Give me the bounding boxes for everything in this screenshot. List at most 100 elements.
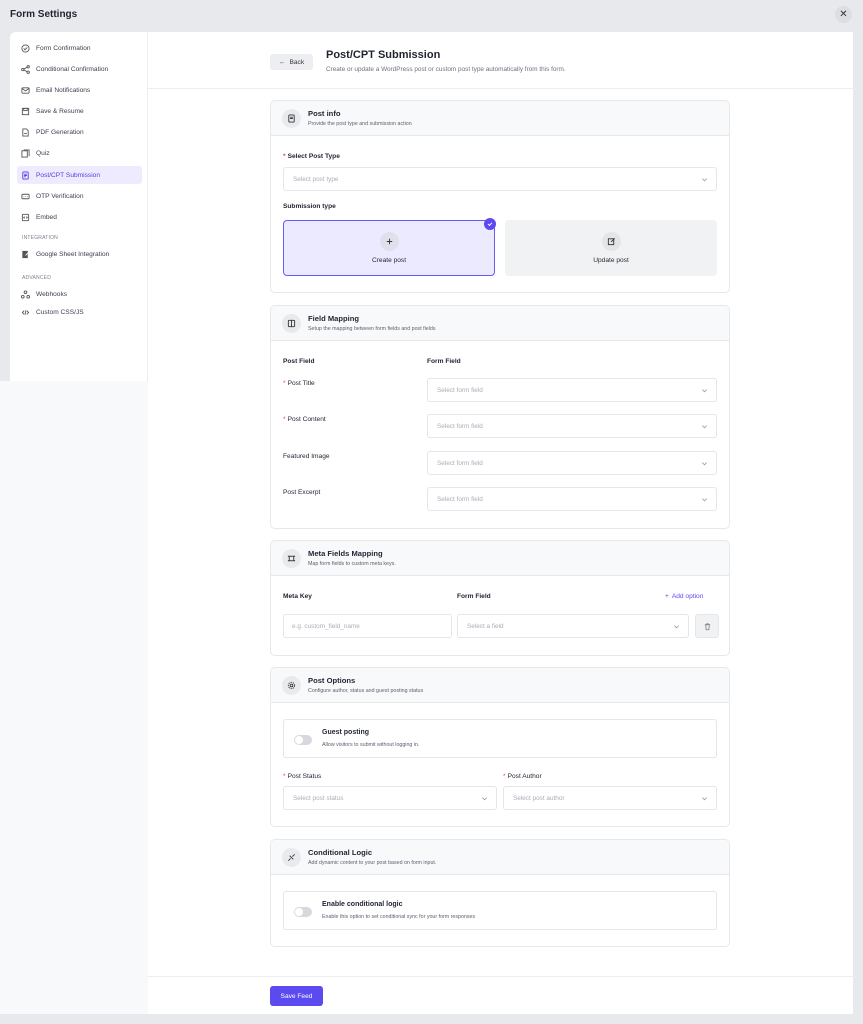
page-title: Post/CPT Submission — [326, 49, 441, 61]
post-content-label: * Post Content — [283, 416, 326, 423]
card-header: Post info Provide the post type and subm… — [271, 101, 729, 136]
sidebar-item-webhooks[interactable]: Webhooks — [17, 285, 142, 303]
check-circle-icon — [21, 43, 30, 53]
post-excerpt-label: Post Excerpt — [283, 489, 321, 496]
col-post-field: Post Field — [283, 358, 315, 365]
meta-key-input[interactable]: e.g. custom_field_name — [283, 614, 452, 638]
sidebar-item-form-confirmation[interactable]: Form Confirmation — [17, 39, 142, 57]
col-form-field: Form Field — [457, 593, 491, 600]
guest-posting-title: Guest posting — [322, 729, 370, 736]
sidebar-item-pdf-generation[interactable]: PDF Generation — [17, 123, 142, 141]
sidebar-item-conditional-confirmation[interactable]: Conditional Confirmation — [17, 60, 142, 78]
add-option-button[interactable]: + Add option — [665, 593, 703, 600]
app-title: Form Settings — [10, 9, 78, 20]
select-placeholder: Select form field — [437, 495, 483, 503]
close-icon[interactable]: ✕ — [839, 9, 847, 20]
top-bar: Form Settings ✕ — [0, 0, 863, 30]
chevron-down-icon — [482, 797, 487, 801]
card-title: Post info — [308, 109, 341, 118]
document-icon — [21, 170, 30, 180]
close-button[interactable]: ✕ — [835, 6, 852, 23]
save-feed-button[interactable]: Save Feed — [270, 986, 323, 1006]
sidebar-item-google-sheet[interactable]: Google Sheet Integration — [17, 245, 142, 263]
select-placeholder: Select post status — [293, 794, 344, 802]
sidebar-item-quiz[interactable]: Quiz — [17, 144, 142, 162]
input-placeholder: e.g. custom_field_name — [292, 622, 360, 630]
post-options-card: Post Options Configure author, status an… — [270, 667, 730, 827]
select-placeholder: Select post author — [513, 794, 565, 802]
header-divider — [148, 88, 853, 89]
post-info-card: Post info Provide the post type and subm… — [270, 100, 730, 293]
back-button[interactable]: ← Back — [270, 54, 313, 70]
guest-posting-subtitle: Allow visitors to submit without logging… — [322, 742, 420, 748]
sidebar-item-label: Conditional Confirmation — [36, 65, 109, 73]
card-title: Field Mapping — [308, 314, 360, 323]
sidebar-item-label: Custom CSS/JS — [36, 308, 84, 316]
sidebar-item-label: Form Confirmation — [36, 44, 91, 52]
post-excerpt-select[interactable]: Select form field — [427, 487, 717, 511]
conditional-logic-toggle[interactable] — [294, 907, 312, 917]
card-subtitle: Setup the mapping between form fields an… — [308, 326, 436, 332]
select-placeholder: Select form field — [437, 386, 483, 394]
card-subtitle: Configure author, status and guest posti… — [308, 688, 424, 694]
sidebar-item-label: Embed — [36, 213, 57, 221]
sidebar: Form Confirmation Conditional Confirmati… — [10, 32, 148, 381]
post-content-select[interactable]: Select form field — [427, 414, 717, 438]
post-title-select[interactable]: Select form field — [427, 378, 717, 402]
post-status-label: * Post Status — [283, 773, 322, 780]
columns-icon — [282, 314, 301, 333]
post-status-select[interactable]: Select post status — [283, 786, 497, 810]
col-form-field: Form Field — [427, 358, 461, 365]
meta-field-select[interactable]: Select a field — [457, 614, 689, 638]
sidebar-item-label: Email Notifications — [36, 86, 91, 94]
sidebar-item-post-cpt-submission[interactable]: Post/CPT Submission — [17, 166, 142, 184]
sidebar-item-custom-css-js[interactable]: Custom CSS/JS — [17, 303, 142, 321]
otp-icon — [21, 192, 30, 201]
chevron-down-icon — [702, 797, 707, 801]
post-title-label: * Post Title — [283, 380, 315, 387]
featured-image-label: Featured Image — [283, 453, 330, 460]
pdf-icon — [21, 127, 30, 137]
card-subtitle: Map form fields to custom meta keys. — [308, 561, 396, 567]
plus-icon: + — [665, 593, 669, 600]
chevron-down-icon — [702, 462, 707, 466]
submission-type-label: Submission type — [283, 203, 336, 210]
edit-icon — [601, 232, 621, 251]
sidebar-item-otp-verification[interactable]: OTP Verification — [17, 187, 142, 205]
quiz-icon — [21, 148, 30, 158]
post-type-select[interactable]: Select post type — [283, 167, 717, 191]
trash-icon[interactable] — [703, 622, 712, 631]
col-meta-key: Meta Key — [283, 593, 312, 600]
featured-image-select[interactable]: Select form field — [427, 451, 717, 475]
arrow-left-icon: ← — [278, 58, 286, 66]
update-post-option[interactable]: Update post — [505, 220, 717, 276]
section-label-integration: INTEGRATION — [22, 235, 58, 241]
mail-icon — [21, 86, 30, 95]
update-post-label: Update post — [593, 257, 629, 264]
chevron-down-icon — [702, 178, 707, 182]
chevron-down-icon — [702, 498, 707, 502]
card-header: Conditional Logic Add dynamic content to… — [271, 840, 729, 875]
gear-icon — [282, 676, 301, 695]
save-icon — [21, 107, 30, 116]
page-subtitle: Create or update a WordPress post or cus… — [326, 66, 566, 73]
sidebar-item-save-resume[interactable]: Save & Resume — [17, 102, 142, 120]
sidebar-item-label: Save & Resume — [36, 107, 84, 115]
delete-button[interactable] — [695, 614, 719, 638]
sidebar-item-embed[interactable]: Embed — [17, 208, 142, 226]
branch-icon — [21, 64, 30, 74]
back-label: Back — [289, 58, 305, 66]
guest-posting-toggle[interactable] — [294, 735, 312, 745]
main-panel: ← Back Post/CPT Submission Create or upd… — [148, 32, 853, 1014]
conditional-logic-box: Enable conditional logic Enable this opt… — [283, 891, 717, 930]
check-icon — [484, 218, 496, 230]
post-author-label: * Post Author — [503, 773, 542, 780]
sidebar-item-label: Google Sheet Integration — [36, 250, 110, 258]
sidebar-item-label: Quiz — [36, 149, 50, 157]
sidebar-item-email-notifications[interactable]: Email Notifications — [17, 81, 142, 99]
select-placeholder: Select post type — [293, 175, 339, 183]
code-icon — [21, 308, 30, 317]
create-post-option[interactable]: Create post — [283, 220, 495, 276]
conditional-logic-title: Enable conditional logic — [322, 901, 403, 908]
post-author-select[interactable]: Select post author — [503, 786, 717, 810]
